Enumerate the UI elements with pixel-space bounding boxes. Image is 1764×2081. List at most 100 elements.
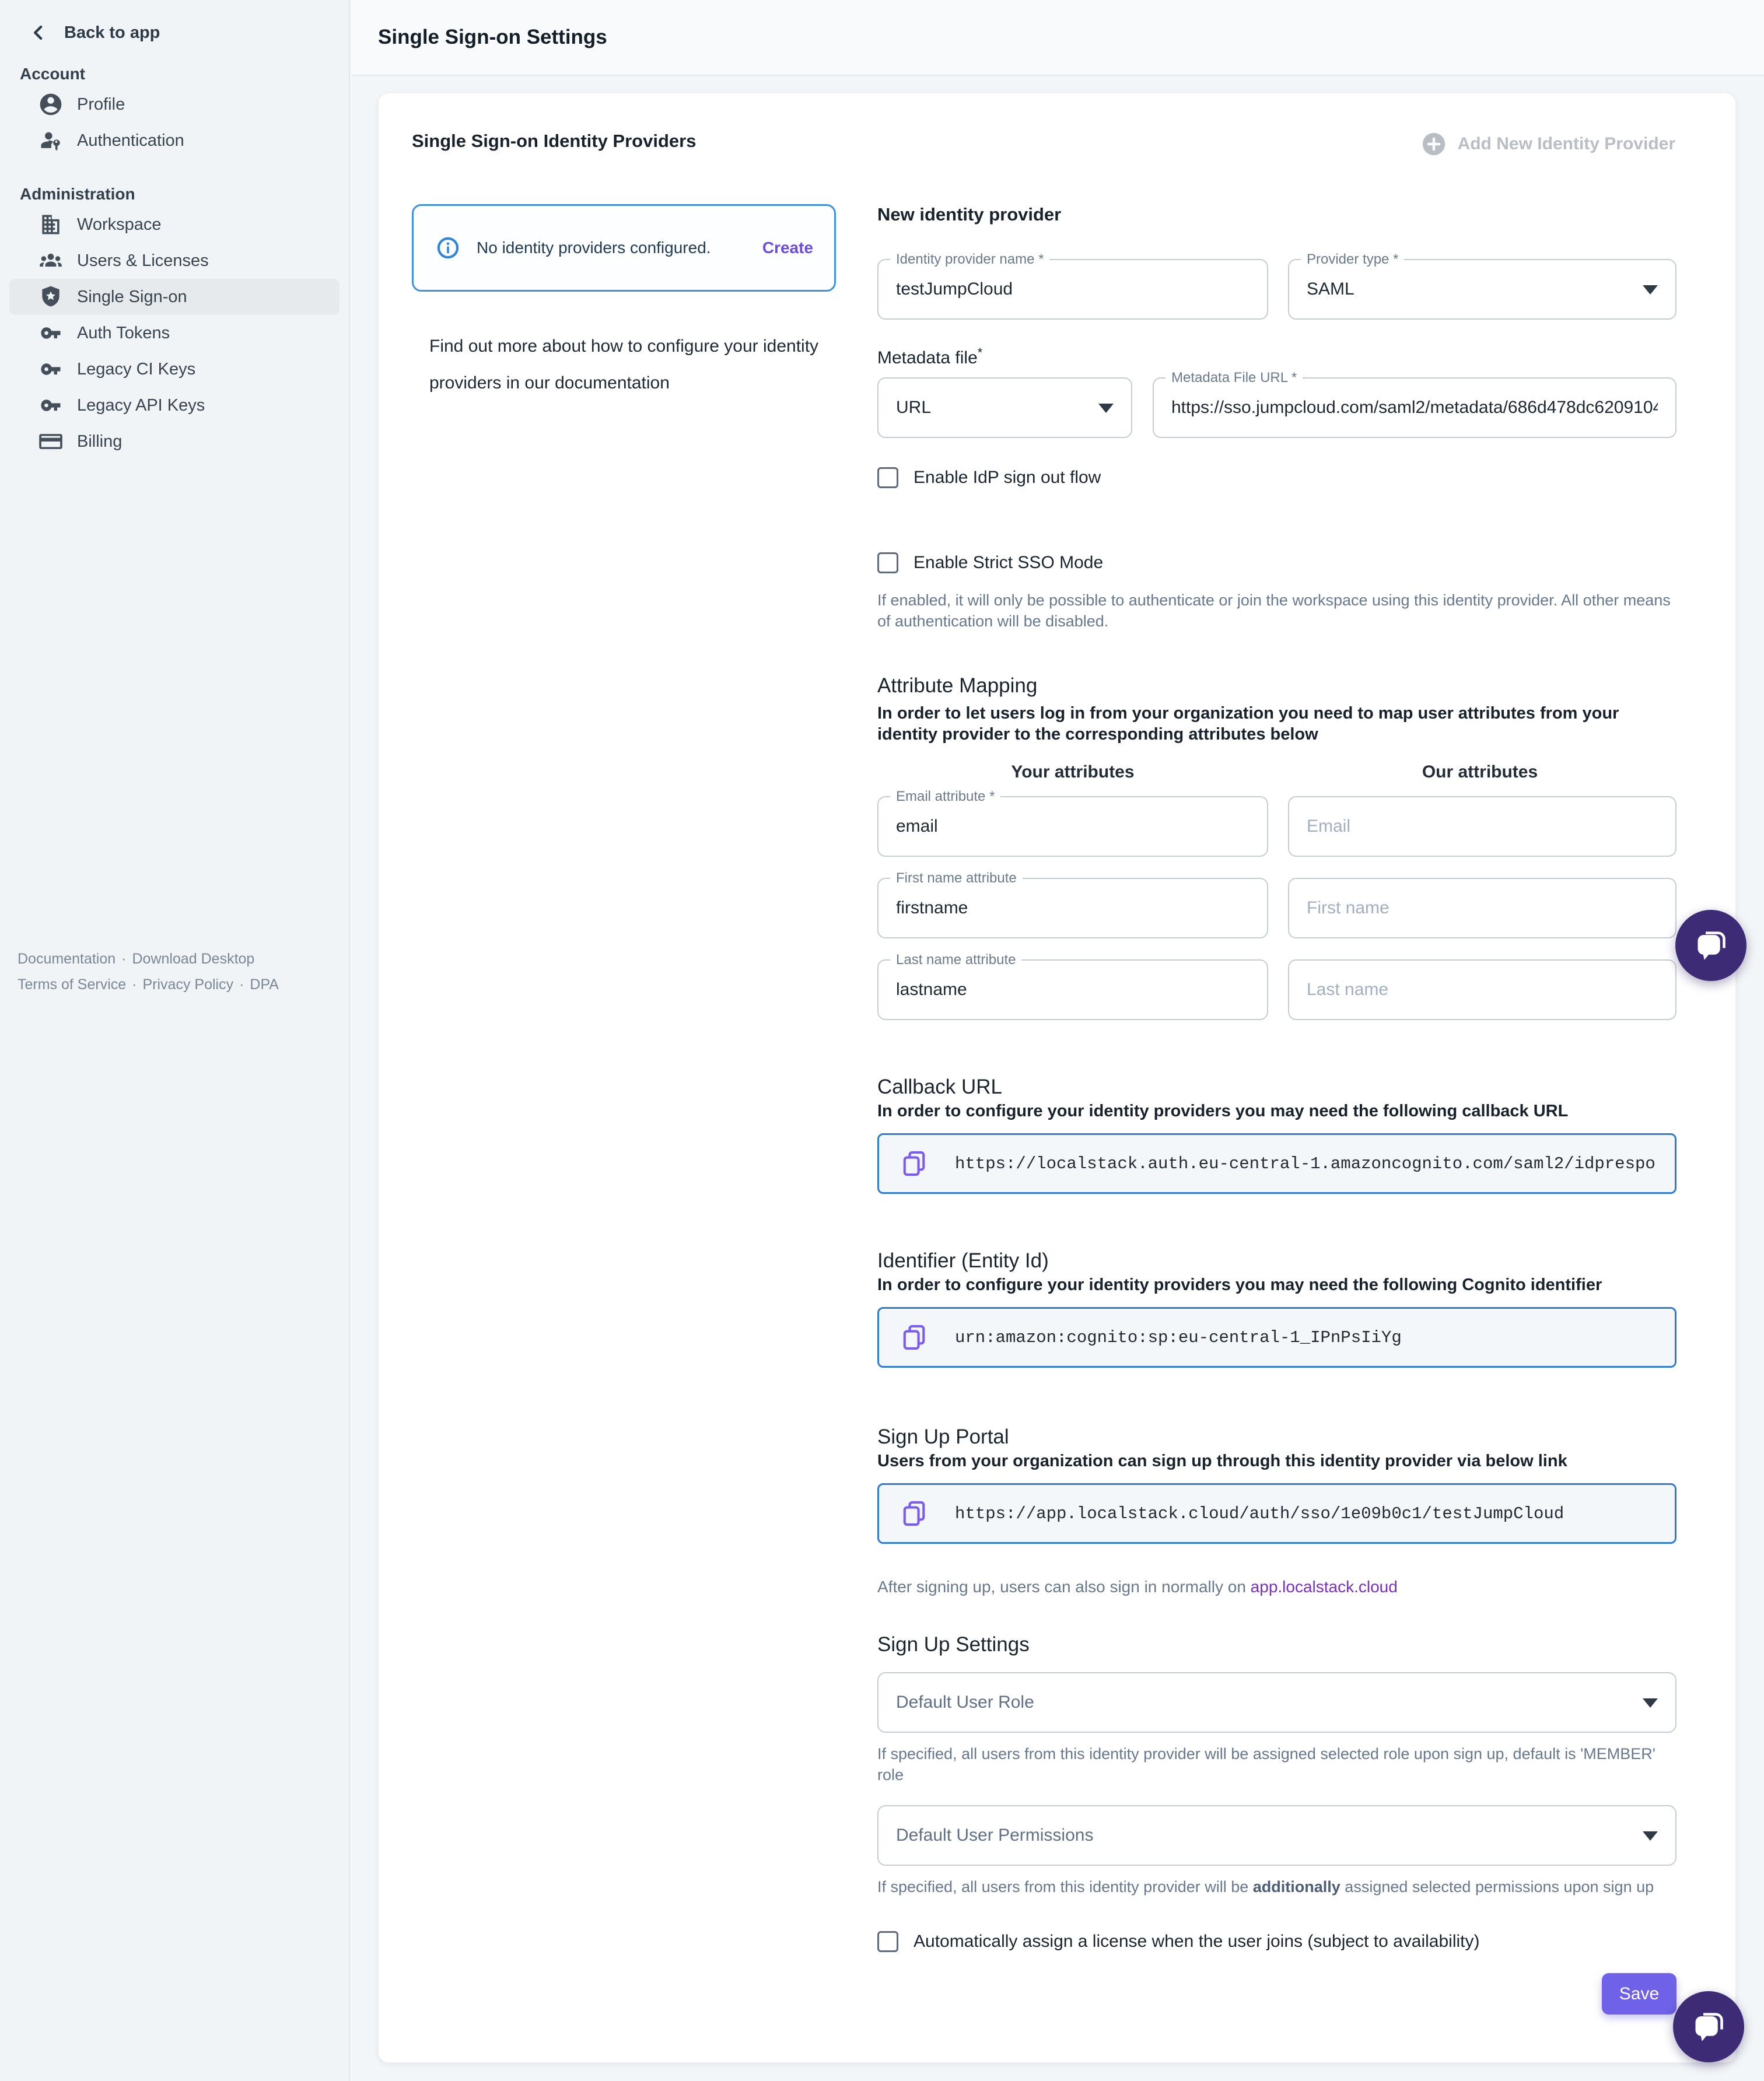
signup-portal-description: Users from your organization can sign up…: [877, 1451, 1676, 1472]
metadata-file-url-label: Metadata File URL *: [1166, 370, 1303, 386]
dpa-link[interactable]: DPA: [250, 976, 279, 993]
callback-url-description: In order to configure your identity prov…: [877, 1101, 1676, 1122]
our-attributes-header: Our attributes: [1286, 762, 1674, 782]
sidebar-item-users-licenses[interactable]: Users & Licenses: [9, 243, 340, 279]
idp-signout-label: Enable IdP sign out flow: [914, 468, 1101, 488]
chat-icon: [1688, 2006, 1730, 2048]
sidebar-footer: Documentation·Download Desktop Terms of …: [18, 946, 332, 997]
chevron-left-icon: [27, 21, 50, 44]
add-new-identity-provider-label: Add New Identity Provider: [1458, 134, 1675, 154]
first-name-attribute-label: First name attribute: [890, 870, 1023, 887]
sidebar-item-auth-tokens[interactable]: Auth Tokens: [9, 315, 340, 351]
create-provider-link[interactable]: Create: [762, 239, 813, 257]
info-icon: [436, 236, 460, 260]
identifier-description: In order to configure your identity prov…: [877, 1274, 1676, 1295]
download-desktop-link[interactable]: Download Desktop: [132, 951, 254, 967]
person-circle-icon: [37, 91, 64, 118]
metadata-file-label: Metadata file*: [877, 345, 1676, 368]
sidebar-item-label: Workspace: [77, 215, 162, 234]
identifier-box: urn:amazon:cognito:sp:eu-central-1_IPnPs…: [877, 1307, 1676, 1368]
sidebar-item-label: Legacy API Keys: [77, 396, 205, 415]
metadata-file-url-field[interactable]: Metadata File URL * https://sso.jumpclou…: [1153, 377, 1676, 438]
provider-type-value: SAML: [1307, 279, 1634, 299]
chevron-down-icon: [1643, 285, 1658, 295]
provider-type-label: Provider type *: [1301, 251, 1404, 268]
no-providers-alert: No identity providers configured. Create: [412, 204, 836, 292]
sidebar-item-label: Profile: [77, 95, 125, 114]
auto-license-checkbox[interactable]: [877, 1931, 898, 1952]
sso-settings-card: Single Sign-on Identity Providers Add Ne…: [378, 93, 1736, 2063]
metadata-source-value: URL: [896, 398, 1090, 418]
our-last-name-field[interactable]: Last name: [1288, 959, 1676, 1020]
sidebar-item-billing[interactable]: Billing: [9, 423, 340, 460]
group-icon: [37, 247, 64, 274]
plus-circle-icon: [1420, 131, 1447, 157]
metadata-source-select[interactable]: URL: [877, 377, 1132, 438]
sidebar-item-label: Billing: [77, 432, 122, 451]
sidebar-item-label: Authentication: [77, 131, 184, 150]
last-name-attribute-value: lastname: [896, 980, 1250, 1000]
identity-provider-name-field[interactable]: Identity provider name * testJumpCloud: [877, 259, 1268, 320]
idp-signout-checkbox[interactable]: [877, 467, 898, 488]
sidebar-item-authentication[interactable]: Authentication: [9, 122, 340, 159]
sidebar-item-legacy-ci-keys[interactable]: Legacy CI Keys: [9, 351, 340, 387]
chat-widget-button[interactable]: [1675, 910, 1746, 981]
form-heading: New identity provider: [877, 204, 1676, 225]
sidebar-item-label: Users & Licenses: [77, 251, 209, 271]
signup-settings-heading: Sign Up Settings: [877, 1631, 1676, 1658]
your-attributes-header: Your attributes: [877, 762, 1268, 782]
email-attribute-label: Email attribute *: [890, 789, 1000, 805]
default-user-role-select[interactable]: Default User Role: [877, 1672, 1676, 1733]
sidebar-item-single-sign-on[interactable]: Single Sign-on: [9, 279, 340, 315]
our-email-field[interactable]: Email: [1288, 796, 1676, 857]
attribute-mapping-description: In order to let users log in from your o…: [877, 703, 1676, 745]
chevron-down-icon: [1098, 404, 1114, 413]
terms-of-service-link[interactable]: Terms of Service: [18, 976, 126, 993]
chat-icon: [1690, 924, 1732, 966]
first-name-attribute-field[interactable]: First name attribute firstname: [877, 878, 1268, 938]
sidebar-item-profile[interactable]: Profile: [9, 86, 340, 122]
add-new-identity-provider-button[interactable]: Add New Identity Provider: [1420, 131, 1675, 157]
default-user-permissions-placeholder: Default User Permissions: [896, 1826, 1634, 1845]
copy-icon[interactable]: [899, 1322, 929, 1353]
sidebar-item-workspace[interactable]: Workspace: [9, 206, 340, 243]
default-user-permissions-select[interactable]: Default User Permissions: [877, 1805, 1676, 1866]
sidebar-item-label: Legacy CI Keys: [77, 360, 195, 379]
strict-sso-label: Enable Strict SSO Mode: [914, 553, 1103, 573]
copy-icon[interactable]: [899, 1148, 929, 1179]
our-first-name-field[interactable]: First name: [1288, 878, 1676, 938]
documentation-note: Find out more about how to configure you…: [429, 328, 838, 401]
privacy-policy-link[interactable]: Privacy Policy: [143, 976, 234, 993]
sidebar-item-legacy-api-keys[interactable]: Legacy API Keys: [9, 387, 340, 423]
chat-widget-button[interactable]: [1673, 1991, 1744, 2062]
documentation-link[interactable]: Documentation: [18, 951, 116, 967]
save-button[interactable]: Save: [1602, 1973, 1676, 2015]
attribute-mapping-heading: Attribute Mapping: [877, 672, 1676, 699]
page-title: Single Sign-on Settings: [378, 26, 607, 49]
strict-sso-checkbox[interactable]: [877, 552, 898, 573]
key-icon: [37, 392, 64, 419]
alert-message: No identity providers configured.: [477, 239, 746, 257]
sidebar-section-administration: Administration: [0, 182, 349, 206]
sidebar: Back to app Account Profile Authenticati…: [0, 0, 350, 2081]
chevron-down-icon: [1643, 1831, 1658, 1841]
strict-sso-helper: If enabled, it will only be possible to …: [877, 590, 1676, 632]
back-to-app-button[interactable]: Back to app: [0, 0, 349, 44]
auto-license-label: Automatically assign a license when the …: [914, 1932, 1479, 1952]
chevron-down-icon: [1643, 1698, 1658, 1708]
signup-portal-value: https://app.localstack.cloud/auth/sso/1e…: [955, 1504, 1564, 1523]
first-name-attribute-value: firstname: [896, 898, 1250, 918]
provider-type-select[interactable]: Provider type * SAML: [1288, 259, 1676, 320]
metadata-file-url-value: https://sso.jumpcloud.com/saml2/metadata…: [1171, 398, 1658, 418]
back-to-app-label: Back to app: [64, 23, 160, 43]
copy-icon[interactable]: [899, 1498, 929, 1529]
callback-url-value: https://localstack.auth.eu-central-1.ama…: [955, 1154, 1655, 1173]
email-attribute-field[interactable]: Email attribute * email: [877, 796, 1268, 857]
main-content: Single Sign-on Settings Single Sign-on I…: [351, 0, 1764, 2081]
last-name-attribute-field[interactable]: Last name attribute lastname: [877, 959, 1268, 1020]
default-user-role-placeholder: Default User Role: [896, 1693, 1634, 1712]
app-localstack-cloud-link[interactable]: app.localstack.cloud: [1251, 1578, 1398, 1596]
email-attribute-value: email: [896, 817, 1250, 836]
shield-star-icon: [37, 283, 64, 310]
sidebar-item-label: Auth Tokens: [77, 324, 170, 343]
